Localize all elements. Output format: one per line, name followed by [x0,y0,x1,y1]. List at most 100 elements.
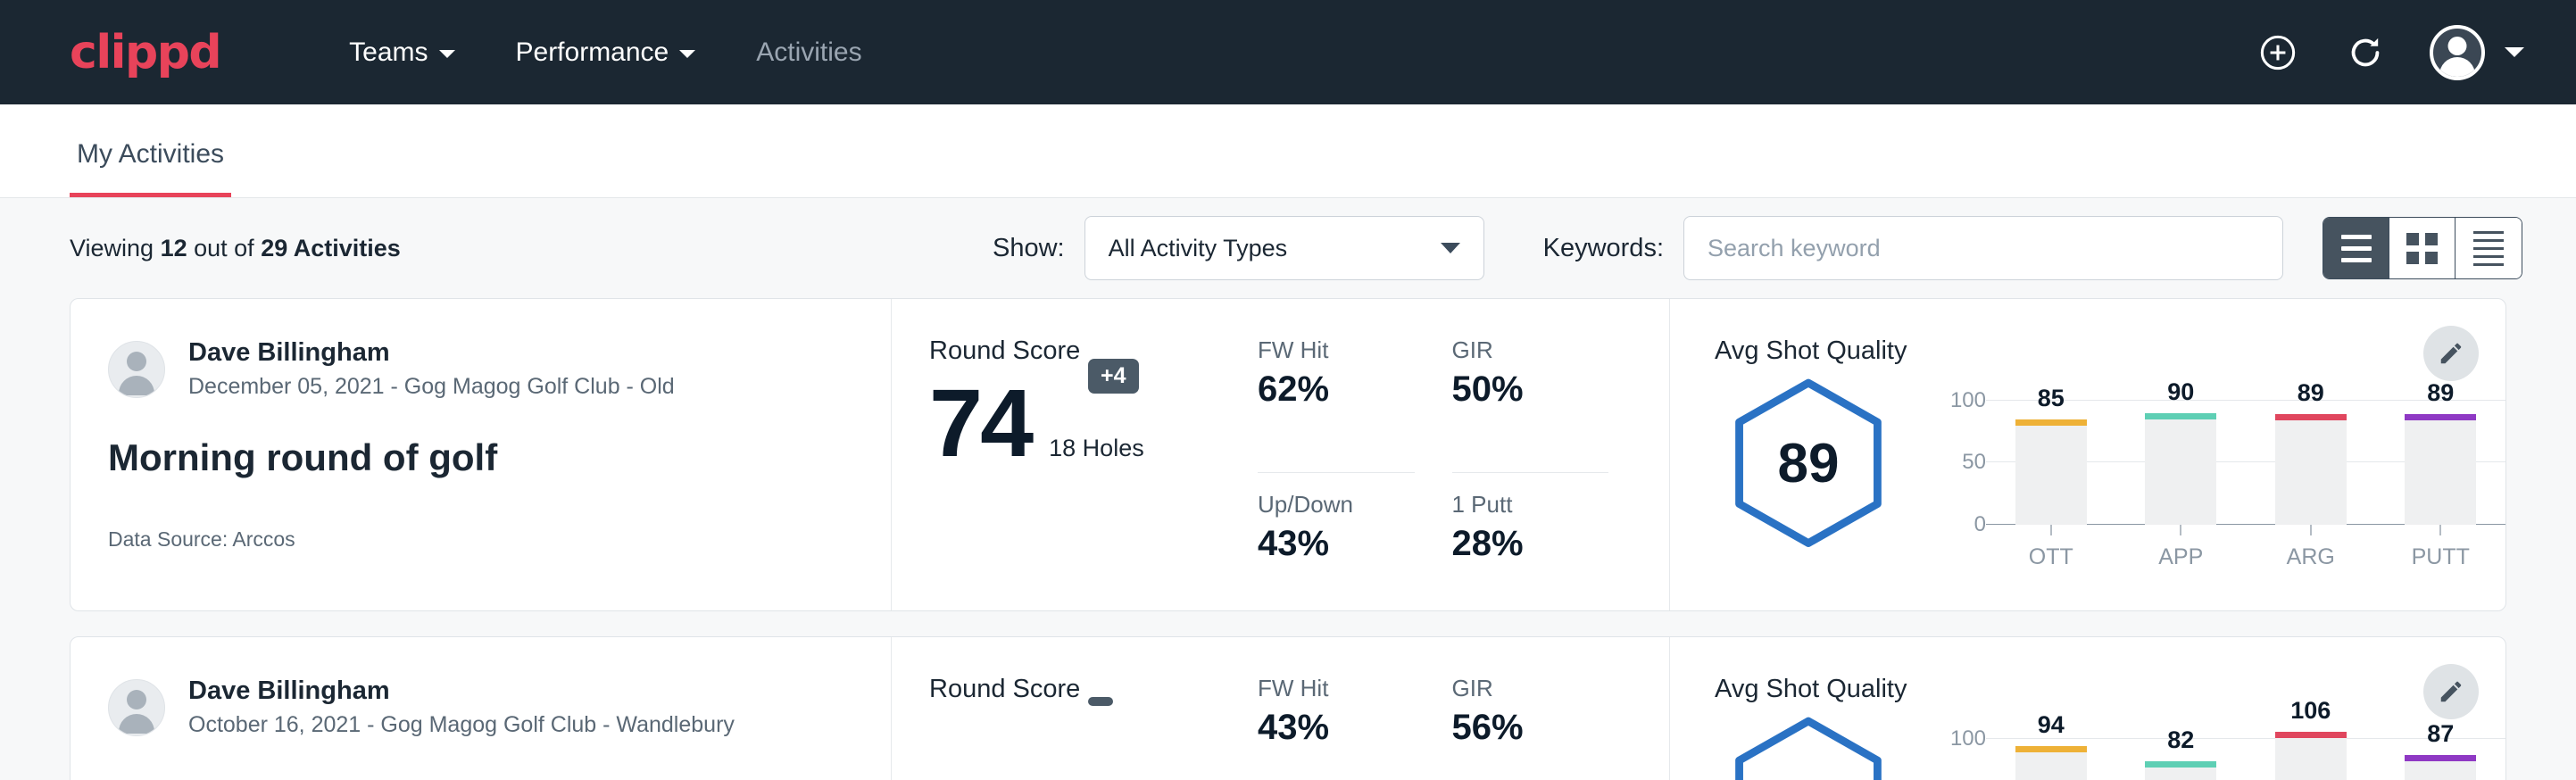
chart-x-tick: OTT [2015,525,2087,570]
grid-icon [2406,233,2438,264]
brand-logo[interactable]: clippd [70,29,220,76]
chart-bar-column: 82 [2145,720,2216,780]
stat-value: 62% [1258,369,1415,409]
stat-label: FW Hit [1258,336,1415,364]
round-score-value: 74 [929,375,1031,471]
shot-quality-chart: 05010085908989 [1902,369,2505,525]
chart-bar-value: 90 [2167,378,2194,406]
activity-list: Dave Billingham December 05, 2021 - Gog … [0,298,2576,780]
stat-label: FW Hit [1258,675,1415,702]
avg-shot-quality-body: 050100948210687 OTTAPPARGPUTT [1715,708,2505,780]
data-source: Data Source: Arccos [108,527,891,552]
user-name: Dave Billingham [188,336,675,369]
x-tick-label: ARG [2287,544,2335,570]
shot-quality-chart: 050100948210687 [1902,708,2505,780]
chart-tick-mark [2310,525,2312,535]
edit-activity-button[interactable] [2423,664,2479,719]
grid-view-button[interactable] [2389,218,2456,278]
user-menu[interactable] [2430,25,2524,80]
avg-shot-quality-block: Avg Shot Quality 89 05010085908989 OTTAP… [1670,299,2505,610]
chevron-down-icon [1441,243,1460,253]
chart-x-tick: ARG [2275,525,2347,570]
list-view-button[interactable] [2323,218,2389,278]
chart-bar-value: 87 [2427,720,2454,748]
activity-stats: FW Hit 62% GIR 50% Up/Down 43% 1 Putt 28… [1258,299,1670,610]
chart-x-axis: OTTAPPARGPUTT [1986,525,2505,570]
x-tick-label: APP [2158,544,2203,570]
chevron-down-icon [2505,47,2524,57]
avatar-body [2439,57,2475,77]
chart-bar [2145,413,2216,525]
avatar [108,341,165,398]
chart-plot-area: 948210687 [1986,720,2505,780]
chart-bar-value: 82 [2167,726,2194,754]
viewing-count: 12 [161,235,187,261]
stat-gir: GIR 50% [1452,336,1609,473]
view-toggle-group [2323,217,2522,279]
list-icon [2341,235,2372,262]
avg-shot-quality-label: Avg Shot Quality [1715,336,2505,366]
search-input[interactable] [1683,216,2283,280]
activity-type-select[interactable]: All Activity Types [1084,216,1484,280]
chart-tick-mark [2050,525,2052,535]
avatar [108,679,165,736]
activity-stats: FW Hit 43% GIR 56% [1258,637,1670,780]
chart-y-axis: 050100 [1932,720,1986,780]
chart-bar [2145,761,2216,780]
keyword-filter: Keywords: [1543,216,2283,280]
activity-card[interactable]: Dave Billingham December 05, 2021 - Gog … [70,298,2506,611]
chart-bar-column: 89 [2275,382,2347,525]
stat-value: 50% [1452,369,1609,409]
chart-bar-value: 106 [2290,697,2331,725]
stat-label: GIR [1452,675,1609,702]
nav-item-label: Performance [516,37,669,68]
user-name: Dave Billingham [188,675,735,707]
chart-bar [2015,419,2087,525]
quality-hexagon-wrap: 89 [1715,369,1902,550]
activity-summary: Dave Billingham December 05, 2021 - Gog … [71,299,892,610]
nav-item-activities[interactable]: Activities [726,37,892,68]
chart-bar [2405,755,2476,780]
compact-view-button[interactable] [2456,218,2522,278]
avatar-body [119,714,154,734]
activity-title: Morning round of golf [108,436,891,479]
pencil-icon [2438,678,2464,705]
stat-value: 56% [1452,708,1609,747]
add-icon[interactable] [2255,29,2301,76]
activity-type-value: All Activity Types [1109,235,1288,262]
y-tick-label: 100 [1950,726,1986,751]
viewing-middle: out of [187,235,262,261]
primary-nav: Teams Performance Activities [319,37,892,68]
viewing-total: 29 Activities [261,235,401,261]
round-score-block: Round Score [892,637,1258,780]
chart-bar [2015,746,2087,780]
stat-fw-hit: FW Hit 62% [1258,336,1415,473]
nav-item-teams[interactable]: Teams [319,37,485,68]
chart-plot-area: 85908989 [1986,382,2505,525]
chart-y-axis: 050100 [1932,382,1986,525]
avatar-body [119,376,154,395]
tab-my-activities[interactable]: My Activities [70,139,231,197]
activity-meta: December 05, 2021 - Gog Magog Golf Club … [188,372,675,402]
chart-x-tick: APP [2145,525,2216,570]
viewing-prefix: Viewing [70,235,161,261]
refresh-icon[interactable] [2342,29,2389,76]
x-tick-label: OTT [2029,544,2073,570]
chart-bar-column: 89 [2405,382,2476,525]
nav-item-performance[interactable]: Performance [486,37,727,68]
round-score-block: Round Score 74 +4 18 Holes [892,299,1258,610]
activity-card[interactable]: Dave Billingham October 16, 2021 - Gog M… [70,636,2506,780]
activity-user: Dave Billingham October 16, 2021 - Gog M… [108,675,891,741]
stat-gir: GIR 56% [1452,675,1609,780]
avatar [2430,25,2485,80]
avg-shot-quality-block: Avg Shot Quality 050100948210687 OTTAPPA… [1670,637,2505,780]
round-score-row [929,713,1258,722]
stat-value: 43% [1258,708,1415,747]
chart-tick-mark [2180,525,2181,535]
edit-activity-button[interactable] [2423,326,2479,381]
avg-shot-quality-body: 89 05010085908989 OTTAPPARGPUTT [1715,369,2505,570]
activity-user: Dave Billingham December 05, 2021 - Gog … [108,336,891,402]
chart-bar [2275,414,2347,525]
stat-value: 43% [1258,524,1438,563]
chart-bar-value: 89 [2427,379,2454,407]
